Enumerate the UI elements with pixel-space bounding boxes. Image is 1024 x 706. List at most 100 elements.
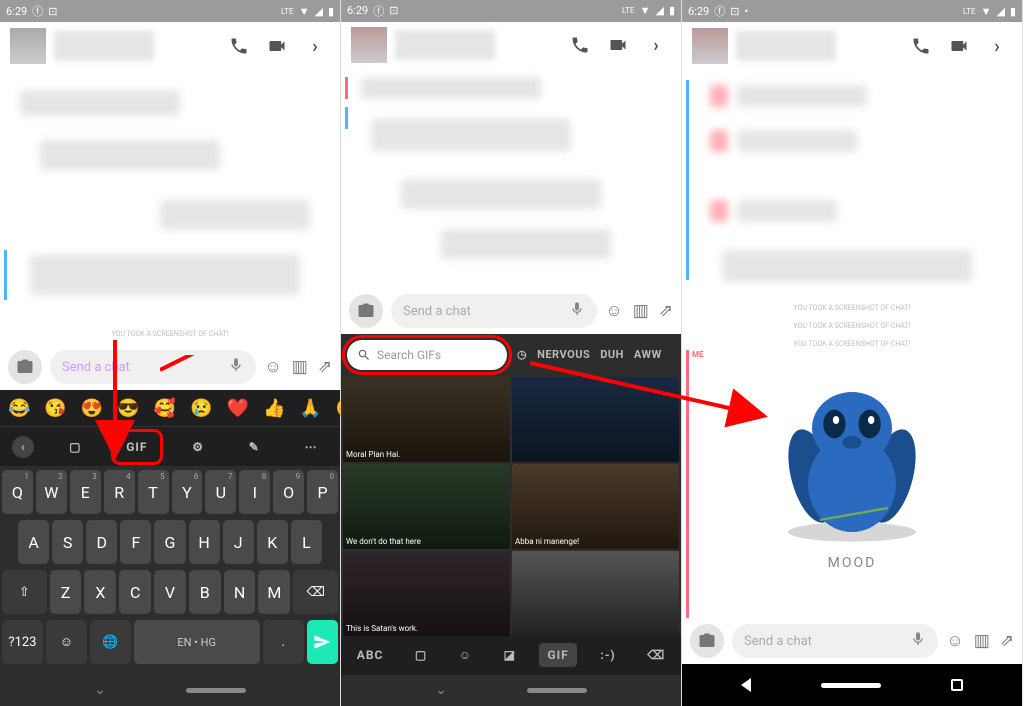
space-key[interactable]: EN • HG (134, 620, 260, 664)
gif-item[interactable] (512, 377, 679, 462)
key-H[interactable]: H (189, 520, 220, 564)
chevron-right-icon[interactable]: › (300, 31, 330, 61)
gif-search-input[interactable]: Search GIFs (347, 340, 507, 370)
key-D[interactable]: D (86, 520, 117, 564)
emoji[interactable]: 😢 (190, 398, 212, 419)
video-call-button[interactable] (262, 31, 292, 61)
key-V[interactable]: V (154, 570, 186, 614)
rocket-icon[interactable]: ⇗ (318, 357, 332, 377)
gif-category[interactable]: AWW (634, 348, 662, 361)
chevron-right-icon[interactable]: › (982, 31, 1012, 61)
smiley-icon[interactable]: ☺ (946, 631, 963, 651)
emoji[interactable]: 😘 (44, 398, 66, 419)
key-B[interactable]: B (189, 570, 221, 614)
sent-gif[interactable] (772, 370, 932, 550)
smiley-icon[interactable]: ☺ (264, 357, 281, 377)
nav-back[interactable] (741, 678, 751, 692)
backspace-key[interactable]: ⌫ (293, 570, 338, 614)
key-J[interactable]: J (223, 520, 254, 564)
key-P[interactable]: P0 (307, 470, 338, 514)
audio-call-button[interactable] (906, 31, 936, 61)
mic-icon[interactable] (910, 631, 926, 651)
sticker-icon[interactable]: ▢ (407, 643, 435, 667)
rocket-icon[interactable]: ⇗ (1000, 631, 1014, 651)
nav-down-icon[interactable]: ⌄ (435, 682, 447, 698)
video-call-button[interactable] (603, 30, 633, 60)
rocket-icon[interactable]: ⇗ (659, 301, 673, 321)
cards-icon[interactable]: ▥ (292, 357, 308, 377)
camera-button[interactable] (8, 350, 42, 384)
cards-icon[interactable]: ▥ (633, 301, 649, 321)
emote-tab[interactable]: :-) (592, 643, 623, 667)
key-X[interactable]: X (84, 570, 116, 614)
chat-input[interactable]: Send a chat (50, 350, 256, 384)
key-E[interactable]: E3 (70, 470, 101, 514)
nav-home[interactable] (821, 683, 881, 688)
sticker-icon[interactable]: ▢ (59, 434, 91, 460)
gif-item[interactable]: Moral Plan Hai. (343, 377, 510, 462)
back-chevron-icon[interactable]: ‹ (12, 436, 34, 458)
key-U[interactable]: U7 (205, 470, 236, 514)
key-I[interactable]: I8 (239, 470, 270, 514)
send-key[interactable] (307, 620, 338, 664)
emoji[interactable]: 🥰 (154, 398, 176, 419)
key-S[interactable]: S (52, 520, 83, 564)
key-L[interactable]: L (291, 520, 322, 564)
nav-recent[interactable] (951, 679, 963, 691)
key-K[interactable]: K (257, 520, 288, 564)
audio-call-button[interactable] (224, 31, 254, 61)
gif-item[interactable] (512, 551, 679, 636)
nav-home[interactable] (186, 688, 246, 693)
emoji-bar[interactable]: 😂 😘 😍 😎 🥰 😢 ❤️ 👍 🙏 ☺️ (0, 390, 340, 426)
nav-down-icon[interactable]: ⌄ (94, 682, 106, 698)
avatar[interactable] (351, 27, 387, 63)
key-G[interactable]: G (154, 520, 185, 564)
recent-icon[interactable]: ◷ (517, 348, 527, 361)
audio-call-button[interactable] (565, 30, 595, 60)
cards-icon[interactable]: ▥ (974, 631, 990, 651)
avatar[interactable] (692, 28, 728, 64)
emoji-key[interactable]: ☺ (46, 620, 87, 664)
sticker2-icon[interactable]: ◪ (496, 643, 524, 667)
gif-item[interactable]: We don't do that here (343, 464, 510, 549)
gif-button[interactable]: GIF (116, 434, 157, 460)
smiley-icon[interactable]: ☺ (605, 301, 622, 321)
emoji[interactable]: 😎 (117, 398, 139, 419)
camera-button[interactable] (349, 294, 383, 328)
numeric-key[interactable]: ?123 (2, 620, 43, 664)
more-icon[interactable]: ⋯ (295, 434, 328, 460)
chevron-right-icon[interactable]: › (641, 30, 671, 60)
nav-home[interactable] (527, 688, 587, 693)
gif-category[interactable]: NERVOUS (537, 348, 590, 361)
emoji[interactable]: 🙏 (299, 398, 321, 419)
gif-item[interactable]: Abba ni manenge! (512, 464, 679, 549)
key-Y[interactable]: Y6 (172, 470, 203, 514)
chat-input[interactable]: Send a chat (732, 624, 938, 658)
shift-key[interactable]: ⇧ (2, 570, 47, 614)
mic-icon[interactable] (228, 357, 244, 377)
mic-icon[interactable] (569, 301, 585, 321)
gif-category[interactable]: DUH (600, 348, 624, 361)
key-N[interactable]: N (224, 570, 256, 614)
globe-key[interactable]: 🌐 (90, 620, 131, 664)
key-F[interactable]: F (120, 520, 151, 564)
key-T[interactable]: T5 (138, 470, 169, 514)
backspace-icon[interactable]: ⌫ (639, 643, 673, 667)
gif-tab[interactable]: GIF (539, 643, 576, 667)
abc-button[interactable]: ABC (349, 643, 392, 667)
chat-input[interactable]: Send a chat (391, 294, 597, 328)
key-W[interactable]: W2 (36, 470, 67, 514)
settings-icon[interactable]: ⚙ (182, 434, 214, 460)
key-O[interactable]: O9 (273, 470, 304, 514)
key-Z[interactable]: Z (50, 570, 82, 614)
emoji[interactable]: 👍 (263, 398, 285, 419)
emoji[interactable]: 😍 (81, 398, 103, 419)
smiley-icon[interactable]: ☺ (451, 643, 480, 667)
period-key[interactable]: . (263, 620, 304, 664)
gif-item[interactable]: This is Satan's work. (343, 551, 510, 636)
video-call-button[interactable] (944, 31, 974, 61)
key-R[interactable]: R4 (104, 470, 135, 514)
avatar[interactable] (10, 28, 46, 64)
key-M[interactable]: M (258, 570, 290, 614)
translate-icon[interactable]: ✎ (239, 434, 270, 460)
